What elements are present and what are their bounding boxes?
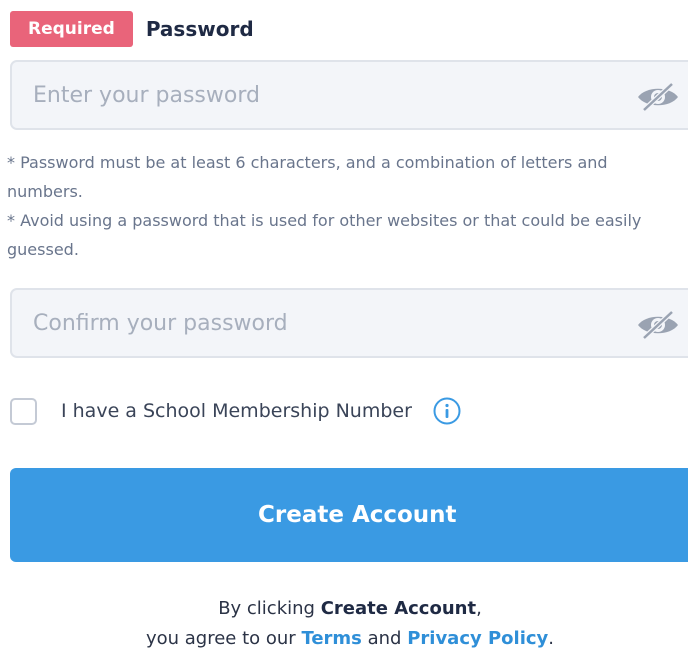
eye-slash-icon[interactable] [634,79,682,115]
legal-line-2: you agree to our Terms and Privacy Polic… [0,624,688,649]
hint-length: * Password must be at least 6 characters… [7,153,608,201]
password-hints: * Password must be at least 6 characters… [7,148,688,264]
eye-slash-icon[interactable] [634,307,682,343]
legal-and: and [361,628,408,649]
privacy-policy-link[interactable]: Privacy Policy [407,628,548,649]
confirm-password-field [10,288,688,358]
legal-line-1: By clicking Create Account, [0,594,688,624]
required-badge: Required [10,11,133,47]
legal-agree: you agree to our [145,628,302,649]
terms-link[interactable]: Terms [301,628,361,649]
info-icon[interactable] [432,396,462,426]
legal-notice: By clicking Create Account, you agree to… [0,594,688,649]
legal-prefix: By clicking [218,598,321,619]
membership-label[interactable]: I have a School Membership Number [61,400,412,422]
legal-comma: , [476,598,482,619]
create-account-button[interactable]: Create Account [10,468,688,562]
password-label-row: Required Password [10,11,254,47]
confirm-password-input[interactable] [12,290,622,356]
membership-row: I have a School Membership Number [10,393,462,429]
legal-action: Create Account [320,598,477,619]
signup-form: Required Password * Password must be at … [0,0,688,649]
legal-end: . [548,628,555,649]
hint-unique: * Avoid using a password that is used fo… [7,211,642,259]
password-input[interactable] [12,62,622,128]
password-field [10,60,688,130]
membership-checkbox[interactable] [10,397,37,425]
password-label: Password [145,17,254,41]
